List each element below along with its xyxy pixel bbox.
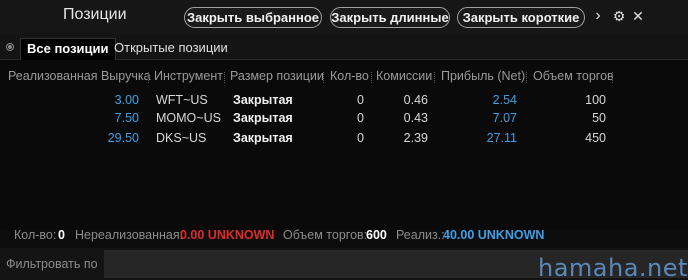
window-title: Позиции	[63, 6, 127, 23]
cell-volume: 450	[585, 131, 606, 145]
header-qty[interactable]: Кол-во	[330, 69, 369, 83]
cell-qty: 0	[357, 131, 364, 145]
close-long-button[interactable]: Закрыть длинные	[330, 7, 450, 28]
cell-profit: 27.11	[486, 131, 517, 145]
cell-qty: 0	[357, 93, 364, 107]
cell-instrument: DKS~US	[156, 131, 207, 145]
header-instrument[interactable]: Инструмент	[154, 69, 223, 83]
header-separator[interactable]	[148, 72, 149, 83]
close-short-button[interactable]: Закрыть короткие	[457, 7, 585, 28]
close-icon[interactable]: ✕	[629, 6, 647, 26]
header-commission[interactable]: Комиссии	[376, 69, 432, 83]
radio-icon[interactable]	[6, 43, 14, 51]
title-bar: Позиции Закрыть выбранное Закрыть длинны…	[0, 0, 688, 34]
cell-position-size: Закрытая	[233, 131, 293, 145]
cell-profit: 2.54	[492, 93, 517, 107]
cell-realized: 7.50	[114, 111, 139, 125]
summary-qty-value: 0	[58, 228, 65, 242]
cell-volume: 50	[592, 111, 606, 125]
header-separator[interactable]	[224, 72, 225, 83]
cell-position-size: Закрытая	[233, 111, 293, 125]
header-position-size[interactable]: Размер позиции	[230, 69, 324, 83]
summary-volume-label: Объем торгов:	[283, 228, 368, 242]
cell-commission: 2.39	[403, 131, 428, 145]
cell-commission: 0.46	[403, 93, 428, 107]
cell-instrument: WFT~US	[156, 93, 208, 107]
summary-volume-value: 600	[366, 228, 387, 242]
header-profit[interactable]: Прибыль (Net)	[441, 69, 525, 83]
tab-bar: Все позиции Открытые позиции	[0, 34, 688, 60]
summary-bar: Кол-во: 0 Нереализованная: 0.00 UNKNOWN …	[0, 228, 688, 246]
summary-unrealized-value: 0.00 UNKNOWN	[180, 228, 275, 242]
cell-qty: 0	[357, 111, 364, 125]
summary-realized-label: Реализ.:	[396, 228, 445, 242]
header-realized[interactable]: Реализованная Выручка	[8, 69, 151, 83]
close-selected-button[interactable]: Закрыть выбранное	[184, 7, 322, 28]
header-separator[interactable]	[371, 72, 372, 83]
summary-qty-label: Кол-во:	[14, 228, 57, 242]
filter-label: Фильтровать по	[6, 257, 98, 271]
header-separator[interactable]	[526, 72, 527, 83]
tab-all-positions[interactable]: Все позиции	[20, 38, 116, 60]
tab-open-positions[interactable]: Открытые позиции	[108, 38, 234, 60]
header-separator[interactable]	[434, 72, 435, 83]
cell-volume: 100	[585, 93, 606, 107]
watermark: hamaha.net	[538, 254, 688, 280]
gear-icon[interactable]: ⚙	[610, 6, 628, 26]
cell-realized: 3.00	[114, 93, 139, 107]
positions-table: Реализованная Выручка Инструмент Размер …	[0, 60, 688, 230]
header-volume[interactable]: Объем торгов	[533, 69, 614, 83]
cell-commission: 0.43	[403, 111, 428, 125]
cell-instrument: MOMO~US	[156, 111, 221, 125]
cell-profit: 7.07	[492, 111, 517, 125]
header-separator[interactable]	[612, 72, 613, 83]
cell-position-size: Закрытая	[233, 93, 293, 107]
header-separator[interactable]	[323, 72, 324, 83]
summary-realized-value: 40.00 UNKNOWN	[443, 228, 545, 242]
summary-unrealized-label: Нереализованная:	[75, 228, 184, 242]
chevron-right-icon[interactable]: ›	[589, 6, 607, 26]
cell-realized: 29.50	[107, 131, 139, 145]
